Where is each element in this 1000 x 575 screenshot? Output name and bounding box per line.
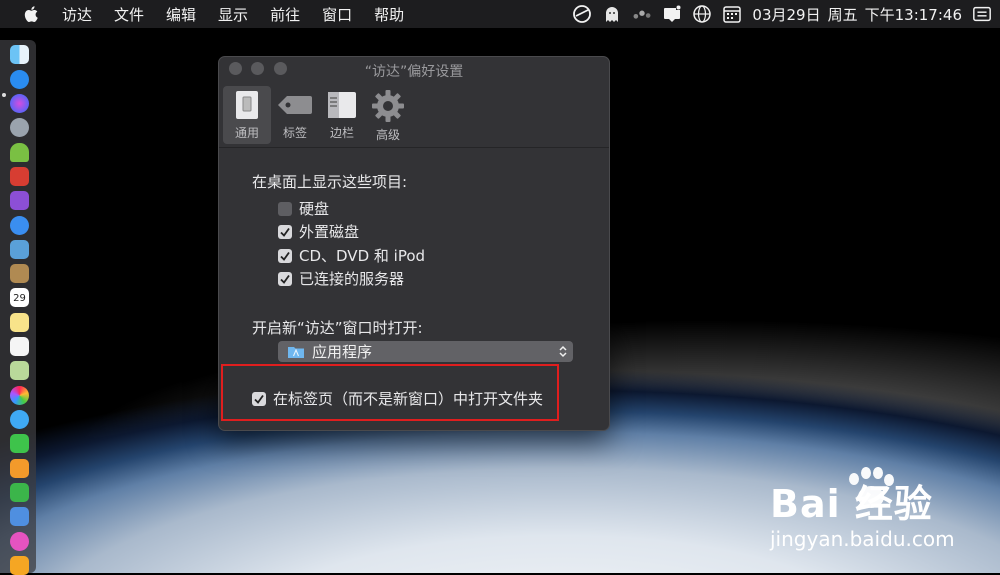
tab-sidebar[interactable]: 边栏 [318, 86, 366, 144]
checkmark-icon [280, 274, 290, 284]
calendar-icon[interactable] [722, 4, 742, 24]
tab-advanced[interactable]: 高级 [364, 86, 412, 144]
finder-icon[interactable] [10, 45, 29, 64]
android-icon[interactable] [10, 143, 29, 162]
app-red-icon[interactable] [10, 167, 29, 186]
menu-extra-icon[interactable] [972, 4, 992, 24]
stickies-icon[interactable] [10, 313, 29, 332]
checkbox-box[interactable] [278, 271, 292, 286]
menu-item-help[interactable]: 帮助 [374, 4, 404, 25]
calendar-dock-icon[interactable]: 29 [10, 288, 29, 307]
checkbox-external-disks[interactable]: 外置磁盘 [278, 221, 359, 242]
checkbox-label: 硬盘 [299, 200, 330, 218]
gear-icon [372, 90, 404, 122]
tab-tags[interactable]: 标签 [271, 86, 319, 144]
photos-icon[interactable] [10, 386, 29, 405]
clock-time: 下午13:17:46 [864, 5, 962, 24]
up-down-arrows-icon [559, 345, 567, 358]
checkbox-box[interactable] [278, 201, 292, 216]
window-title: “访达”偏好设置 [364, 64, 464, 80]
menu-bar: 访达 文件 编辑 显示 前往 窗口 帮助 03月29日 周五 下午13:17:4… [0, 0, 1000, 28]
facetime-icon[interactable] [10, 434, 29, 453]
dock-running-indicator [2, 93, 6, 97]
clock-check-icon[interactable] [572, 4, 592, 24]
switch-icon [236, 91, 258, 119]
sidebar-icon [328, 92, 356, 118]
menu-item-edit[interactable]: 编辑 [166, 4, 196, 25]
checkbox-box[interactable] [278, 248, 292, 263]
checkbox-cds-dvds-ipods[interactable]: CD、DVD 和 iPod [278, 245, 425, 266]
checkbox-connected-servers[interactable]: 已连接的服务器 [278, 268, 404, 289]
numbers-icon[interactable] [10, 483, 29, 502]
checkbox-hard-disks[interactable]: 硬盘 [278, 198, 329, 219]
notification-icon[interactable] [662, 4, 682, 24]
tab-sidebar-label: 边栏 [329, 126, 354, 140]
maps-icon[interactable] [10, 361, 29, 380]
books-icon[interactable] [10, 556, 29, 575]
menu-item-file[interactable]: 文件 [114, 4, 144, 25]
siri-icon[interactable] [10, 94, 29, 113]
app-purple-icon[interactable] [10, 191, 29, 210]
safari-icon[interactable] [10, 216, 29, 235]
messages-icon[interactable] [10, 410, 29, 429]
tab-advanced-label: 高级 [375, 128, 400, 142]
checkbox-label: CD、DVD 和 iPod [299, 247, 426, 265]
desktop-items-label: 在桌面上显示这些项目: [252, 173, 408, 191]
new-window-label: 开启新“访达”窗口时打开: [252, 319, 423, 337]
app-store-icon[interactable] [10, 70, 29, 89]
checkmark-icon [280, 227, 290, 237]
watermark-url: jingyan.baidu.com [770, 527, 955, 551]
globe-icon[interactable] [692, 4, 712, 24]
new-window-target-select[interactable]: 应用程序 [278, 341, 573, 362]
menu-item-window[interactable]: 窗口 [322, 4, 352, 25]
dots-icon[interactable] [632, 4, 652, 24]
checkbox-label: 已连接的服务器 [299, 270, 405, 288]
baidu-jingyan-watermark: Bai 经验 jingyan.baidu.com [770, 465, 985, 560]
apple-icon[interactable] [22, 4, 42, 24]
preferences-toolbar: 通用 标签 边栏 高级 [219, 83, 609, 148]
tab-general-label: 通用 [234, 126, 259, 140]
checkmark-icon [280, 251, 290, 261]
menu-item-finder[interactable]: 访达 [62, 4, 92, 25]
reminders-icon[interactable] [10, 337, 29, 356]
menubar-clock[interactable]: 03月29日 周五 下午13:17:46 [752, 4, 962, 25]
tag-icon [278, 96, 312, 114]
checkbox-box[interactable] [278, 224, 292, 239]
preview-icon[interactable] [10, 240, 29, 259]
tab-tags-label: 标签 [282, 126, 307, 140]
window-titlebar: “访达”偏好设置 [219, 57, 609, 83]
pages-icon[interactable] [10, 459, 29, 478]
launchpad-icon[interactable] [10, 118, 29, 137]
menu-item-go[interactable]: 前往 [270, 4, 300, 25]
checkbox-label: 外置磁盘 [299, 223, 360, 241]
keynote-icon[interactable] [10, 507, 29, 526]
highlight-box [221, 364, 559, 421]
menu-item-view[interactable]: 显示 [218, 4, 248, 25]
ghost-icon[interactable] [602, 4, 622, 24]
watermark-logo-text: Bai 经验 [770, 482, 933, 526]
notes-brown-icon[interactable] [10, 264, 29, 283]
tab-general[interactable]: 通用 [223, 86, 271, 144]
clock-date: 03月29日 [752, 5, 821, 24]
dock: 29 [0, 40, 36, 575]
itunes-icon[interactable] [10, 532, 29, 551]
clock-weekday: 周五 [827, 5, 858, 24]
select-value: 应用程序 [312, 343, 373, 361]
applications-folder-icon [288, 346, 304, 358]
